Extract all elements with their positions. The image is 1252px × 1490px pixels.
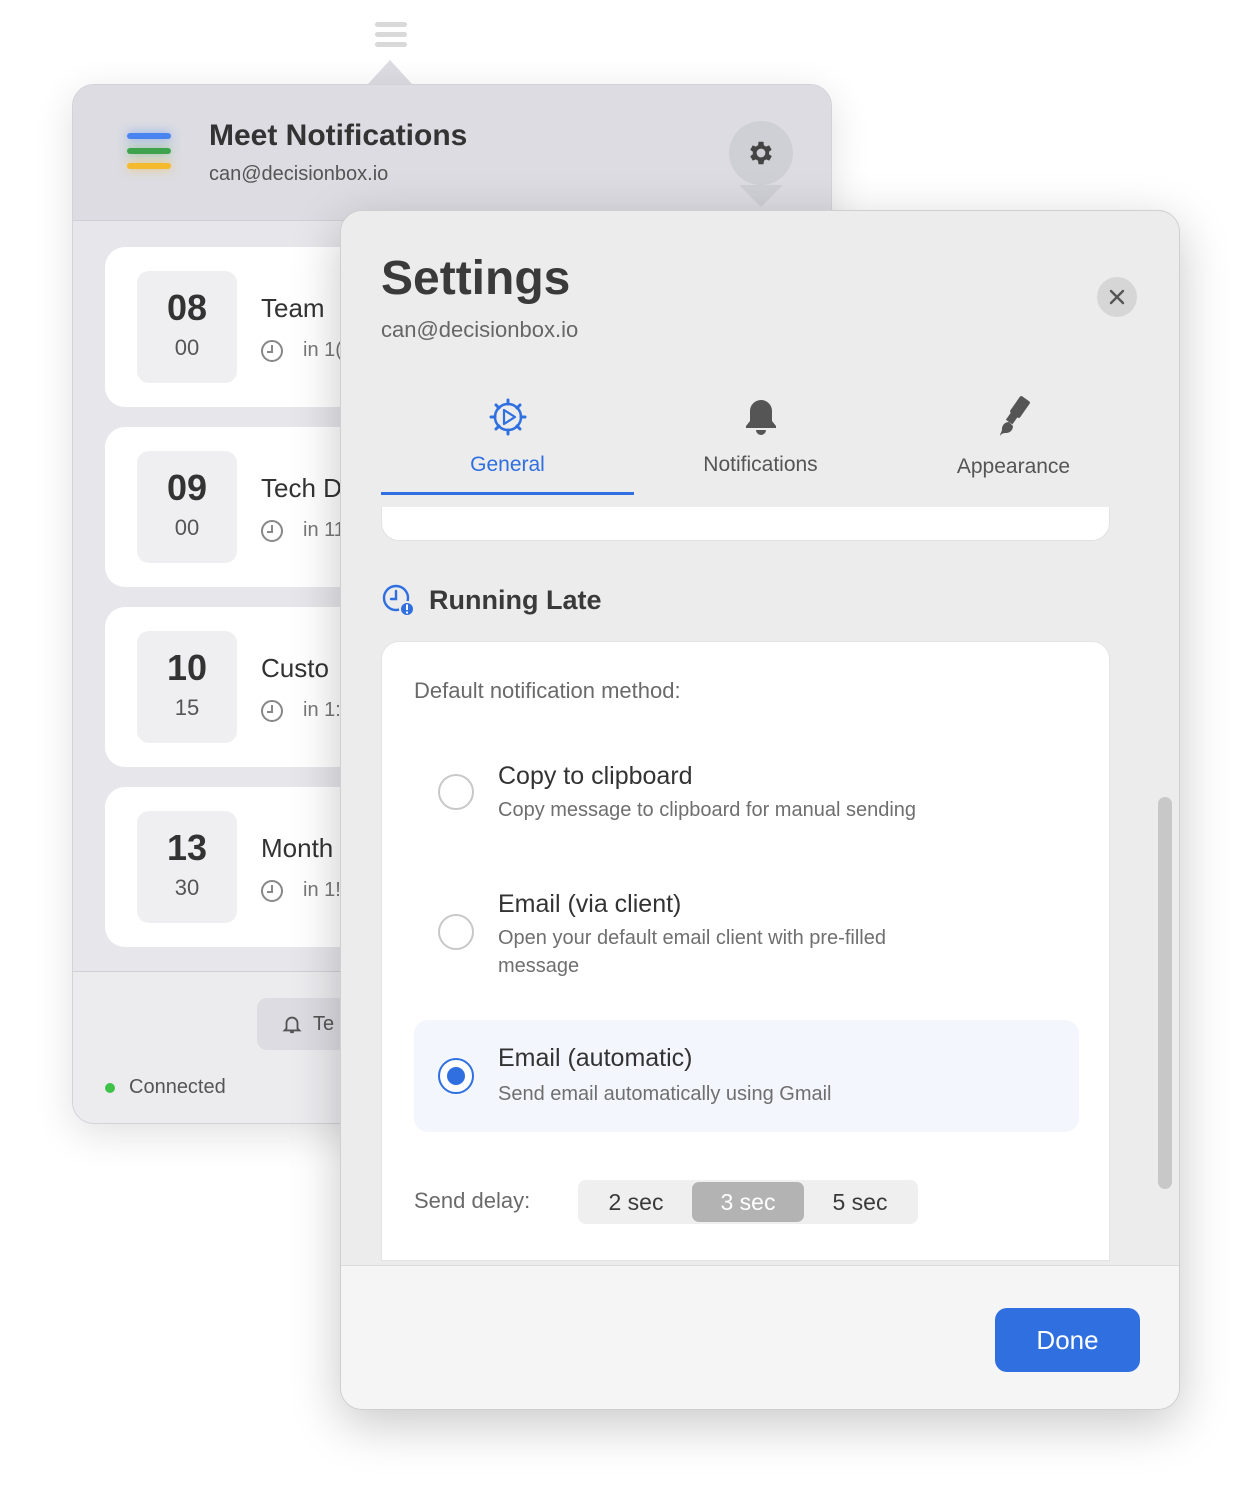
event-hour: 09 [166,467,208,508]
section-header: Running Late [381,583,601,617]
paintbrush-icon [999,396,1030,436]
close-icon [1109,289,1125,305]
tab-general[interactable]: General [381,395,634,495]
event-hour: 08 [166,287,208,328]
option-description: Send email automatically using Gmail [498,1083,832,1105]
section-title: Running Late [429,584,602,615]
event-relative-time: in 1! [261,879,341,902]
clock-icon [261,339,283,362]
event-minute: 00 [174,335,200,360]
tab-notifications[interactable]: Notifications [634,395,887,495]
event-relative-text: in 1( [303,339,342,361]
option-email-automatic[interactable]: Email (automatic) Send email automatical… [414,1020,1079,1132]
popover-arrow [368,60,412,84]
option-email-via-client[interactable]: Email (via client) Open your default ema… [414,870,1079,1000]
event-relative-time: in 11 [261,519,345,542]
event-title: Tech D [261,473,342,503]
event-title: Team [261,293,325,323]
event-time-box: 13 30 [137,811,237,923]
option-title: Email (automatic) [498,1044,693,1072]
settings-gear-button[interactable] [729,121,793,185]
option-copy-to-clipboard[interactable]: Copy to clipboard Copy message to clipbo… [414,742,1079,852]
menubar-hamburger-icon[interactable] [371,18,411,54]
event-time-box: 09 00 [137,451,237,563]
previous-section-card [381,507,1110,541]
option-description: Open your default email client with pre-… [498,927,886,977]
option-title: Copy to clipboard [498,762,693,790]
tab-label: Appearance [956,455,1071,478]
radio-button-selected[interactable] [438,1058,474,1094]
test-button-label: Te [313,1012,335,1035]
settings-footer: Done [341,1265,1179,1409]
event-minute: 30 [174,875,200,900]
option-description: Copy message to clipboard for manual sen… [498,799,917,821]
settings-title: Settings [381,252,571,305]
scrollbar[interactable] [1158,797,1172,1189]
segment-2-sec[interactable]: 2 sec [580,1182,692,1222]
gear-popover-pointer [739,185,783,207]
popover-header: Meet Notifications can@decisionbox.io [73,85,831,221]
segment-5-sec[interactable]: 5 sec [804,1182,916,1222]
settings-sheet: Settings can@decisionbox.io General Noti… [340,210,1180,1410]
app-title: Meet Notifications [209,119,468,152]
running-late-card: Default notification method: Copy to cli… [381,641,1110,1261]
gear-icon [750,141,772,165]
event-relative-text: in 1: [303,699,341,721]
event-relative-time: in 1: [261,699,341,722]
send-delay-segmented-control: 2 sec 3 sec 5 sec [578,1180,918,1224]
done-button[interactable]: Done [995,1308,1140,1372]
tab-appearance[interactable]: Appearance [887,395,1140,495]
event-title: Month [261,833,334,863]
status-dot-icon [105,1082,115,1093]
event-relative-time: in 1( [261,339,342,362]
clock-icon [261,519,283,542]
send-delay-label: Send delay: [414,1188,531,1213]
account-email: can@decisionbox.io [209,163,389,185]
event-relative-text: in 11 [303,519,345,541]
event-time-box: 10 15 [137,631,237,743]
connection-status: Connected [105,1076,226,1099]
method-label: Default notification method: [414,678,681,703]
gear-play-icon [489,398,526,436]
tab-label: General [470,453,545,476]
tab-label: Notifications [703,453,818,476]
radio-button[interactable] [438,774,474,810]
close-button[interactable] [1097,277,1137,317]
segment-3-sec[interactable]: 3 sec [692,1182,804,1222]
settings-email: can@decisionbox.io [381,317,579,342]
event-hour: 10 [166,647,208,688]
option-title: Email (via client) [498,890,682,918]
event-minute: 00 [174,515,200,540]
status-text: Connected [129,1076,226,1098]
clock-icon [261,699,283,722]
event-minute: 15 [174,695,200,720]
event-title: Custo [261,653,329,683]
bell-icon [282,1016,302,1034]
event-time-box: 08 00 [137,271,237,383]
radio-button[interactable] [438,914,474,950]
event-relative-text: in 1! [303,879,341,901]
event-hour: 13 [166,827,208,868]
bell-icon [745,400,776,435]
clock-icon [261,879,283,902]
clock-alert-icon [382,584,415,617]
app-logo-icon [125,133,173,173]
